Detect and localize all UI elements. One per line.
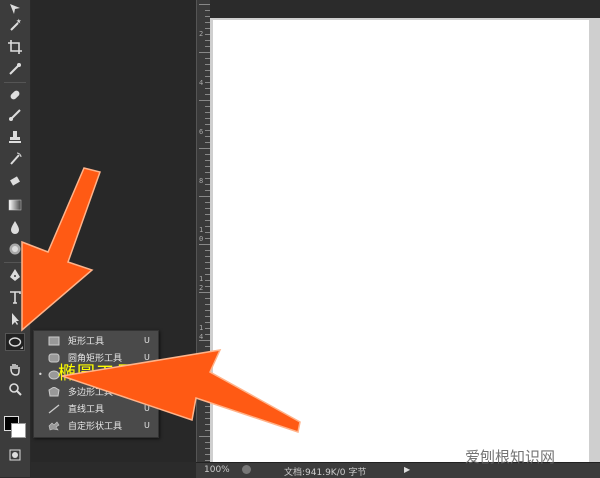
polygon-icon xyxy=(48,386,60,396)
ruler-number: 2 xyxy=(199,284,204,292)
flyout-item-label: 多边形工具 xyxy=(68,388,114,398)
flyout-item-shortcut: U xyxy=(144,336,150,345)
watermark-text: 爱刨根知识网 xyxy=(465,448,556,466)
custom-shape-icon xyxy=(48,421,60,430)
path-selection-icon[interactable] xyxy=(5,310,25,328)
history-brush-icon[interactable] xyxy=(5,150,25,168)
ruler-number: 1 xyxy=(199,324,204,332)
status-menu-arrow-icon[interactable]: ▶ xyxy=(404,465,410,474)
flyout-item-label: 矩形工具 xyxy=(68,337,105,347)
document-info: 文档:941.9K/0 字节 xyxy=(284,468,367,478)
flyout-item-custom-shape[interactable]: 自定形状工具 U xyxy=(34,417,158,434)
flyout-item-label: 直线工具 xyxy=(68,405,105,415)
ruler-number: 1 xyxy=(199,226,204,234)
tools-panel xyxy=(0,0,31,477)
flyout-item-rectangle[interactable]: 矩形工具 U xyxy=(34,332,158,349)
type-icon[interactable] xyxy=(5,288,25,306)
eyedropper-icon[interactable] xyxy=(5,60,25,78)
ruler-number: 1 xyxy=(199,275,204,283)
hand-icon[interactable] xyxy=(5,360,25,378)
zoom-level[interactable]: 100% xyxy=(204,465,230,475)
ruler-number: 2 xyxy=(199,30,204,38)
clone-stamp-icon[interactable] xyxy=(5,128,25,146)
ellipse-icon[interactable] xyxy=(5,333,25,351)
flyout-item-line[interactable]: 直线工具 U xyxy=(34,400,158,417)
flyout-item-shortcut: U xyxy=(144,404,150,413)
flyout-item-polygon[interactable]: 多边形工具 U xyxy=(34,383,158,400)
brush-icon[interactable] xyxy=(5,106,25,124)
ellipse-tool-callout: 椭圆工具 xyxy=(58,363,134,384)
zoom-icon[interactable] xyxy=(5,380,25,398)
magic-wand-icon[interactable] xyxy=(5,16,25,34)
ruler-number: 6 xyxy=(199,128,204,136)
pen-icon[interactable] xyxy=(5,266,25,284)
status-options-icon[interactable] xyxy=(242,465,251,474)
flyout-item-shortcut: U xyxy=(144,421,150,430)
ruler-number: 0 xyxy=(199,235,204,243)
dodge-icon[interactable] xyxy=(5,240,25,258)
gradient-icon[interactable] xyxy=(5,196,25,214)
flyout-item-shortcut: U xyxy=(144,387,150,396)
healing-brush-icon[interactable] xyxy=(5,86,25,104)
flyout-item-label: 自定形状工具 xyxy=(68,422,123,432)
selected-bullet: • xyxy=(38,370,43,379)
ruler-number: 8 xyxy=(199,177,204,185)
blur-icon[interactable] xyxy=(5,218,25,236)
ruler-number: 4 xyxy=(199,333,204,341)
document-canvas[interactable] xyxy=(213,20,589,462)
eraser-icon[interactable] xyxy=(5,172,25,190)
vertical-ruler: 2468101214 xyxy=(196,0,211,462)
background-color-swatch[interactable] xyxy=(11,423,26,438)
quick-mask-icon[interactable] xyxy=(5,446,25,464)
ruler-number: 4 xyxy=(199,79,204,87)
rectangle-icon xyxy=(48,336,60,345)
line-icon xyxy=(48,403,60,414)
crop-icon[interactable] xyxy=(5,38,25,56)
canvas-top-strip xyxy=(210,0,600,18)
flyout-item-shortcut: U xyxy=(144,370,150,379)
flyout-item-shortcut: U xyxy=(144,353,150,362)
